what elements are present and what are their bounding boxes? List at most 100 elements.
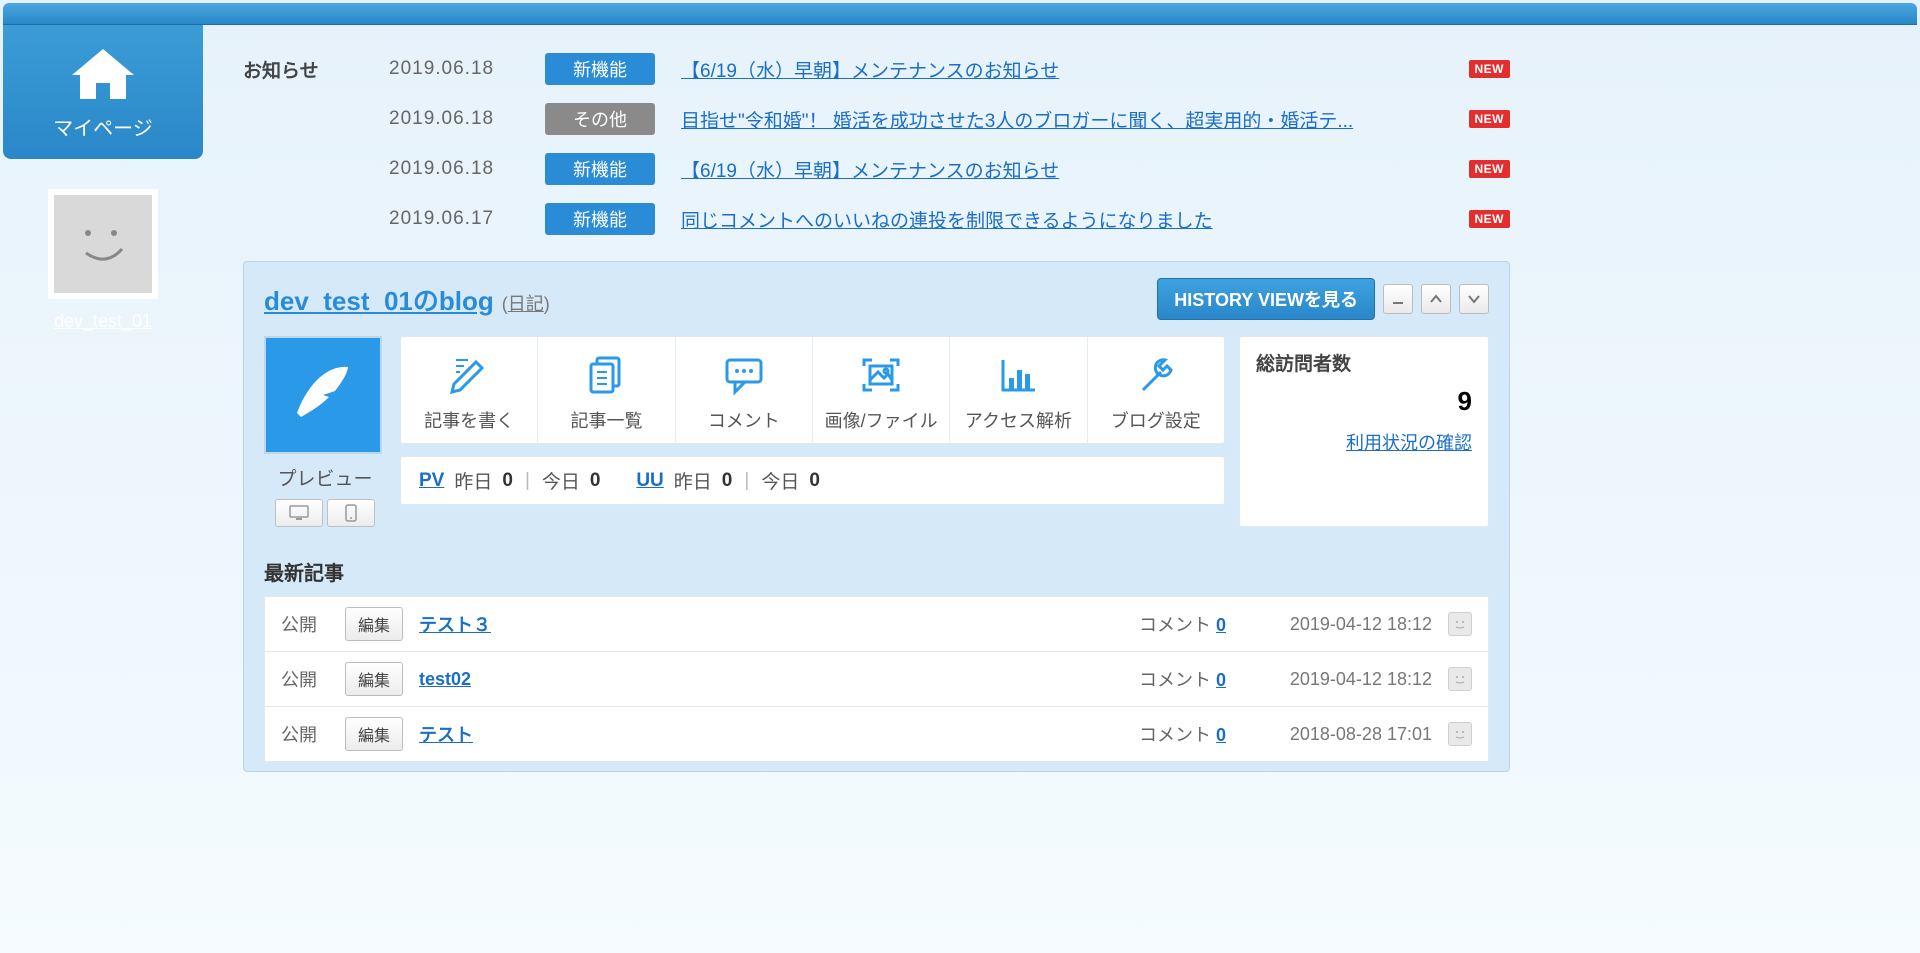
main-container: マイページ dev_test_01 お知らせ 2019.06.18 新機能 【6…	[0, 25, 1540, 772]
collapse-up-button[interactable]	[1421, 284, 1451, 314]
announcement-date: 2019.06.17	[389, 208, 519, 230]
article-face-icon[interactable]	[1448, 667, 1472, 691]
username-link[interactable]: dev_test_01	[54, 311, 152, 331]
stats-row: PV 昨日 0 | 今日 0 UU 昨日 0 | 今日 0	[400, 456, 1225, 505]
wrench-icon	[1133, 351, 1179, 399]
collapse-down-button[interactable]	[1459, 284, 1489, 314]
avatar-placeholder-icon	[68, 209, 138, 279]
article-comment: コメント 0	[1139, 611, 1226, 637]
blog-subtitle: (日記)	[502, 290, 550, 316]
article-row: 公開 編集 テスト コメント 0 2018-08-28 17:01	[264, 706, 1489, 762]
announcement-link[interactable]: 【6/19（水）早朝】メンテナンスのお知らせ	[681, 56, 1443, 83]
article-face-icon[interactable]	[1448, 612, 1472, 636]
article-title-link[interactable]: test02	[419, 669, 1123, 690]
minimize-button[interactable]	[1383, 284, 1413, 314]
article-comment-count[interactable]: 0	[1216, 670, 1226, 690]
pv-link[interactable]: PV	[419, 470, 444, 492]
announcements-heading: お知らせ	[243, 56, 363, 83]
article-date: 2019-04-12 18:12	[1242, 614, 1432, 635]
pv-today-label: 今日	[542, 467, 580, 494]
article-face-icon[interactable]	[1448, 722, 1472, 746]
minimize-icon	[1391, 292, 1405, 306]
blog-title-link[interactable]: dev_test_01のblog	[264, 281, 494, 318]
announcement-date: 2019.06.18	[389, 108, 519, 130]
write-post-button[interactable]: 記事を書く	[401, 337, 538, 443]
edit-button[interactable]: 編集	[345, 607, 403, 641]
latest-articles: 最新記事 公開 編集 テスト３ コメント 0 2019-04-12 18:12 …	[244, 543, 1509, 771]
usage-status-link[interactable]: 利用状況の確認	[1256, 429, 1472, 455]
announcement-badge: 新機能	[545, 203, 655, 235]
action-label: 記事一覧	[570, 407, 642, 433]
article-status: 公開	[281, 611, 329, 637]
comment-icon	[721, 351, 767, 399]
uu-yesterday-value: 0	[722, 470, 733, 492]
action-row: 記事を書く 記事一覧 コメント 画像/ファイル	[400, 336, 1225, 444]
article-date: 2018-08-28 17:01	[1242, 724, 1432, 745]
avatar[interactable]	[48, 189, 158, 299]
main-content: お知らせ 2019.06.18 新機能 【6/19（水）早朝】メンテナンスのお知…	[203, 25, 1540, 772]
history-view-button[interactable]: HISTORY VIEWを見る	[1157, 278, 1375, 320]
middle-column: 記事を書く 記事一覧 コメント 画像/ファイル	[400, 336, 1225, 527]
header-buttons: HISTORY VIEWを見る	[1157, 278, 1489, 320]
announcement-link[interactable]: 同じコメントへのいいねの連投を制限できるようになりました	[681, 206, 1443, 233]
new-badge: NEW	[1469, 60, 1511, 78]
profile-block: dev_test_01	[3, 179, 203, 356]
blog-body: プレビュー 記事を書く 記事一覧	[244, 320, 1509, 543]
visitor-title: 総訪問者数	[1256, 349, 1472, 376]
image-icon	[858, 351, 904, 399]
blog-header: dev_test_01のblog (日記) HISTORY VIEWを見る	[244, 262, 1509, 320]
blog-settings-button[interactable]: ブログ設定	[1088, 337, 1224, 443]
preview-label: プレビュー	[264, 464, 386, 491]
uu-link[interactable]: UU	[636, 470, 663, 492]
chevron-down-icon	[1467, 292, 1481, 306]
announcement-link[interactable]: 目指せ"令和婚"！ 婚活を成功させた3人のブロガーに聞く、超実用的・婚活テ...	[681, 106, 1443, 133]
uu-today-label: 今日	[761, 467, 799, 494]
edit-button[interactable]: 編集	[345, 717, 403, 751]
top-bar	[3, 3, 1917, 25]
pv-yesterday-label: 昨日	[454, 467, 492, 494]
feather-icon	[283, 355, 363, 435]
write-post-tile[interactable]	[264, 336, 382, 454]
article-row: 公開 編集 test02 コメント 0 2019-04-12 18:12	[264, 651, 1489, 707]
action-label: ブログ設定	[1111, 407, 1201, 433]
announcement-badge: その他	[545, 103, 655, 135]
documents-icon	[583, 351, 629, 399]
sidebar: マイページ dev_test_01	[3, 25, 203, 356]
visitor-column: 総訪問者数 9 利用状況の確認	[1239, 336, 1489, 527]
visitor-count: 9	[1256, 386, 1472, 417]
article-title-link[interactable]: テスト	[419, 721, 1123, 747]
desktop-preview-button[interactable]	[275, 499, 323, 527]
latest-title: 最新記事	[264, 557, 1489, 586]
announcement-link[interactable]: 【6/19（水）早朝】メンテナンスのお知らせ	[681, 156, 1443, 183]
media-button[interactable]: 画像/ファイル	[813, 337, 950, 443]
action-label: 画像/ファイル	[825, 407, 938, 433]
analytics-button[interactable]: アクセス解析	[950, 337, 1087, 443]
article-comment-count[interactable]: 0	[1216, 615, 1226, 635]
mypage-button[interactable]: マイページ	[3, 25, 203, 159]
article-title-link[interactable]: テスト３	[419, 611, 1123, 637]
desktop-icon	[288, 504, 310, 522]
announcement-date: 2019.06.18	[389, 158, 519, 180]
chevron-up-icon	[1429, 292, 1443, 306]
mobile-preview-button[interactable]	[327, 499, 375, 527]
announcement-badge: 新機能	[545, 53, 655, 85]
blog-panel: dev_test_01のblog (日記) HISTORY VIEWを見る	[243, 261, 1510, 772]
pencil-icon	[446, 351, 492, 399]
blog-subtitle-link[interactable]: 日記	[508, 294, 544, 314]
new-badge: NEW	[1469, 160, 1511, 178]
chart-icon	[995, 351, 1041, 399]
new-badge: NEW	[1469, 110, 1511, 128]
edit-button[interactable]: 編集	[345, 662, 403, 696]
uu-today-value: 0	[809, 470, 820, 492]
home-icon	[68, 47, 138, 102]
article-comment: コメント 0	[1139, 721, 1226, 747]
article-date: 2019-04-12 18:12	[1242, 669, 1432, 690]
article-comment-count[interactable]: 0	[1216, 725, 1226, 745]
action-label: 記事を書く	[424, 407, 514, 433]
mypage-label: マイページ	[3, 112, 203, 141]
comments-button[interactable]: コメント	[676, 337, 813, 443]
post-list-button[interactable]: 記事一覧	[538, 337, 675, 443]
mobile-icon	[344, 504, 358, 522]
article-status: 公開	[281, 721, 329, 747]
uu-yesterday-label: 昨日	[674, 467, 712, 494]
